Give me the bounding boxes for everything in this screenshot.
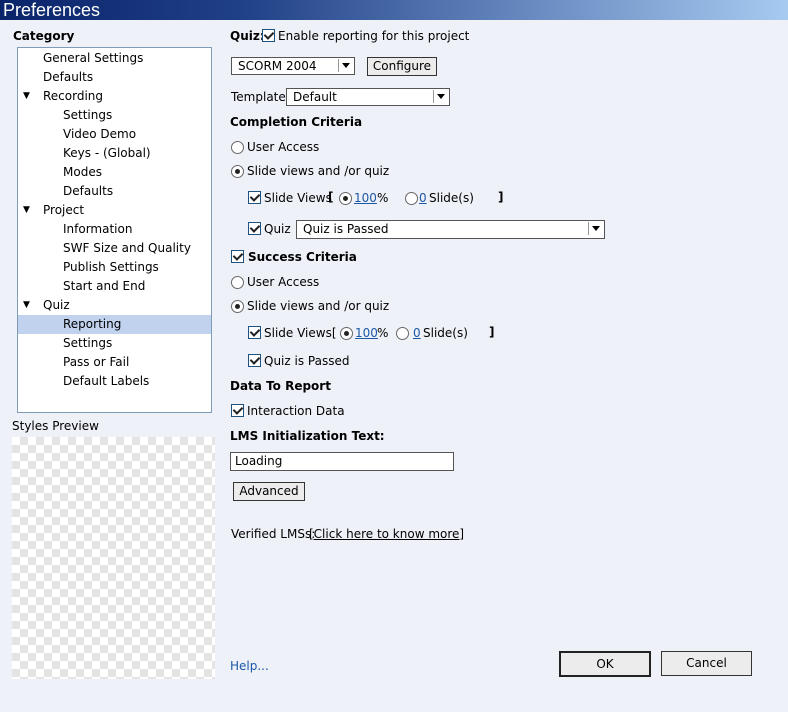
lms-init-heading: LMS Initialization Text: — [230, 429, 385, 443]
tree-item-start-and-end[interactable]: Start and End — [18, 277, 211, 296]
completion-slide-views-checkbox[interactable] — [248, 191, 261, 204]
success-slides-radio[interactable] — [396, 327, 409, 340]
title-bar[interactable]: Preferences — [0, 0, 788, 20]
completion-slide-views-label: Slide Views — [264, 191, 332, 205]
success-slide-views-or-quiz-label: Slide views and /or quiz — [247, 299, 390, 313]
completion-percent-radio[interactable] — [339, 192, 352, 205]
expand-arrow-icon[interactable]: ▼ — [23, 201, 30, 220]
success-bracket-close: ] — [489, 325, 495, 339]
template-label: Template: — [231, 90, 290, 104]
completion-quiz-checkbox[interactable] — [248, 222, 261, 235]
tree-item-recording[interactable]: ▼ Recording — [18, 87, 211, 106]
styles-preview-label: Styles Preview — [12, 419, 99, 433]
interaction-data-checkbox[interactable] — [231, 404, 244, 417]
success-slide-views-label: Slide Views[ — [264, 326, 337, 340]
data-to-report-heading: Data To Report — [230, 379, 331, 393]
success-quiz-passed-checkbox[interactable] — [248, 354, 261, 367]
quiz-label: Quiz: — [230, 29, 265, 43]
success-slide-views-or-quiz-radio[interactable] — [231, 300, 244, 313]
interaction-data-label: Interaction Data — [247, 404, 345, 418]
completion-bracket-open: [ — [328, 190, 334, 204]
completion-slides-radio[interactable] — [405, 192, 418, 205]
completion-bracket-close: ] — [498, 190, 504, 204]
expand-arrow-icon[interactable]: ▼ — [23, 87, 30, 106]
success-slides-value[interactable]: 0 — [413, 326, 421, 340]
completion-quiz-select[interactable]: Quiz is Passed — [296, 220, 605, 239]
completion-quiz-label: Quiz — [264, 222, 291, 236]
category-tree[interactable]: General Settings Defaults ▼ Recording Set… — [17, 47, 212, 413]
completion-slide-views-or-quiz-label: Slide views and /or quiz — [247, 164, 390, 178]
expand-arrow-icon[interactable]: ▼ — [23, 296, 30, 315]
lms-init-text-value: Loading — [235, 454, 283, 468]
success-criteria-heading: Success Criteria — [248, 250, 357, 264]
success-criteria-checkbox[interactable] — [231, 250, 244, 263]
tree-item-modes[interactable]: Modes — [18, 163, 211, 182]
tree-item-reporting[interactable]: Reporting — [18, 315, 211, 334]
completion-percent-sign: % — [377, 191, 389, 205]
tree-item-pass-or-fail[interactable]: Pass or Fail — [18, 353, 211, 372]
advanced-button[interactable]: Advanced — [233, 482, 305, 501]
styles-preview-pane — [12, 437, 215, 679]
configure-button[interactable]: Configure — [367, 57, 437, 76]
tree-item-swf-size-quality[interactable]: SWF Size and Quality — [18, 239, 211, 258]
success-user-access-label: User Access — [247, 275, 320, 289]
tree-item-project[interactable]: ▼ Project — [18, 201, 211, 220]
completion-slides-value[interactable]: 0 — [419, 191, 427, 205]
window-title: Preferences — [3, 0, 101, 20]
tree-item-keys-global[interactable]: Keys - (Global) — [18, 144, 211, 163]
tree-item-recording-settings[interactable]: Settings — [18, 106, 211, 125]
success-user-access-radio[interactable] — [231, 276, 244, 289]
success-quiz-passed-label: Quiz is Passed — [264, 354, 350, 368]
completion-percent-value[interactable]: 100 — [354, 191, 377, 205]
completion-user-access-radio[interactable] — [231, 141, 244, 154]
category-heading: Category — [13, 29, 75, 43]
tree-item-quiz[interactable]: ▼ Quiz — [18, 296, 211, 315]
ok-button[interactable]: OK — [559, 651, 651, 677]
chevron-down-icon — [588, 222, 603, 235]
completion-user-access-label: User Access — [247, 140, 320, 154]
tree-item-information[interactable]: Information — [18, 220, 211, 239]
tree-item-quiz-settings[interactable]: Settings — [18, 334, 211, 353]
success-percent-sign: % — [377, 326, 389, 340]
lms-standard-select[interactable]: SCORM 2004 — [231, 57, 355, 75]
tree-item-defaults[interactable]: Defaults — [18, 68, 211, 87]
success-slides-label: Slide(s) — [423, 326, 468, 340]
verified-lms-link[interactable]: [Click here to know more] — [309, 527, 464, 541]
completion-slide-views-or-quiz-radio[interactable] — [231, 165, 244, 178]
tree-item-publish-settings[interactable]: Publish Settings — [18, 258, 211, 277]
template-select[interactable]: Default — [286, 88, 450, 106]
success-slide-views-checkbox[interactable] — [248, 326, 261, 339]
success-percent-value[interactable]: 100 — [355, 326, 378, 340]
chevron-down-icon — [433, 90, 448, 103]
cancel-button[interactable]: Cancel — [661, 651, 752, 676]
tree-item-default-labels[interactable]: Default Labels — [18, 372, 211, 391]
completion-criteria-heading: Completion Criteria — [230, 115, 363, 129]
tree-item-general-settings[interactable]: General Settings — [18, 49, 211, 68]
help-link[interactable]: Help... — [230, 659, 269, 673]
chevron-down-icon — [338, 59, 353, 72]
completion-slides-label: Slide(s) — [429, 191, 474, 205]
success-percent-radio[interactable] — [340, 327, 353, 340]
enable-reporting-label: Enable reporting for this project — [278, 29, 470, 43]
lms-init-text-input[interactable]: Loading — [230, 452, 454, 471]
tree-item-video-demo[interactable]: Video Demo — [18, 125, 211, 144]
enable-reporting-checkbox[interactable] — [262, 29, 275, 42]
verified-lms-label: Verified LMSs: — [231, 527, 316, 541]
tree-item-recording-defaults[interactable]: Defaults — [18, 182, 211, 201]
